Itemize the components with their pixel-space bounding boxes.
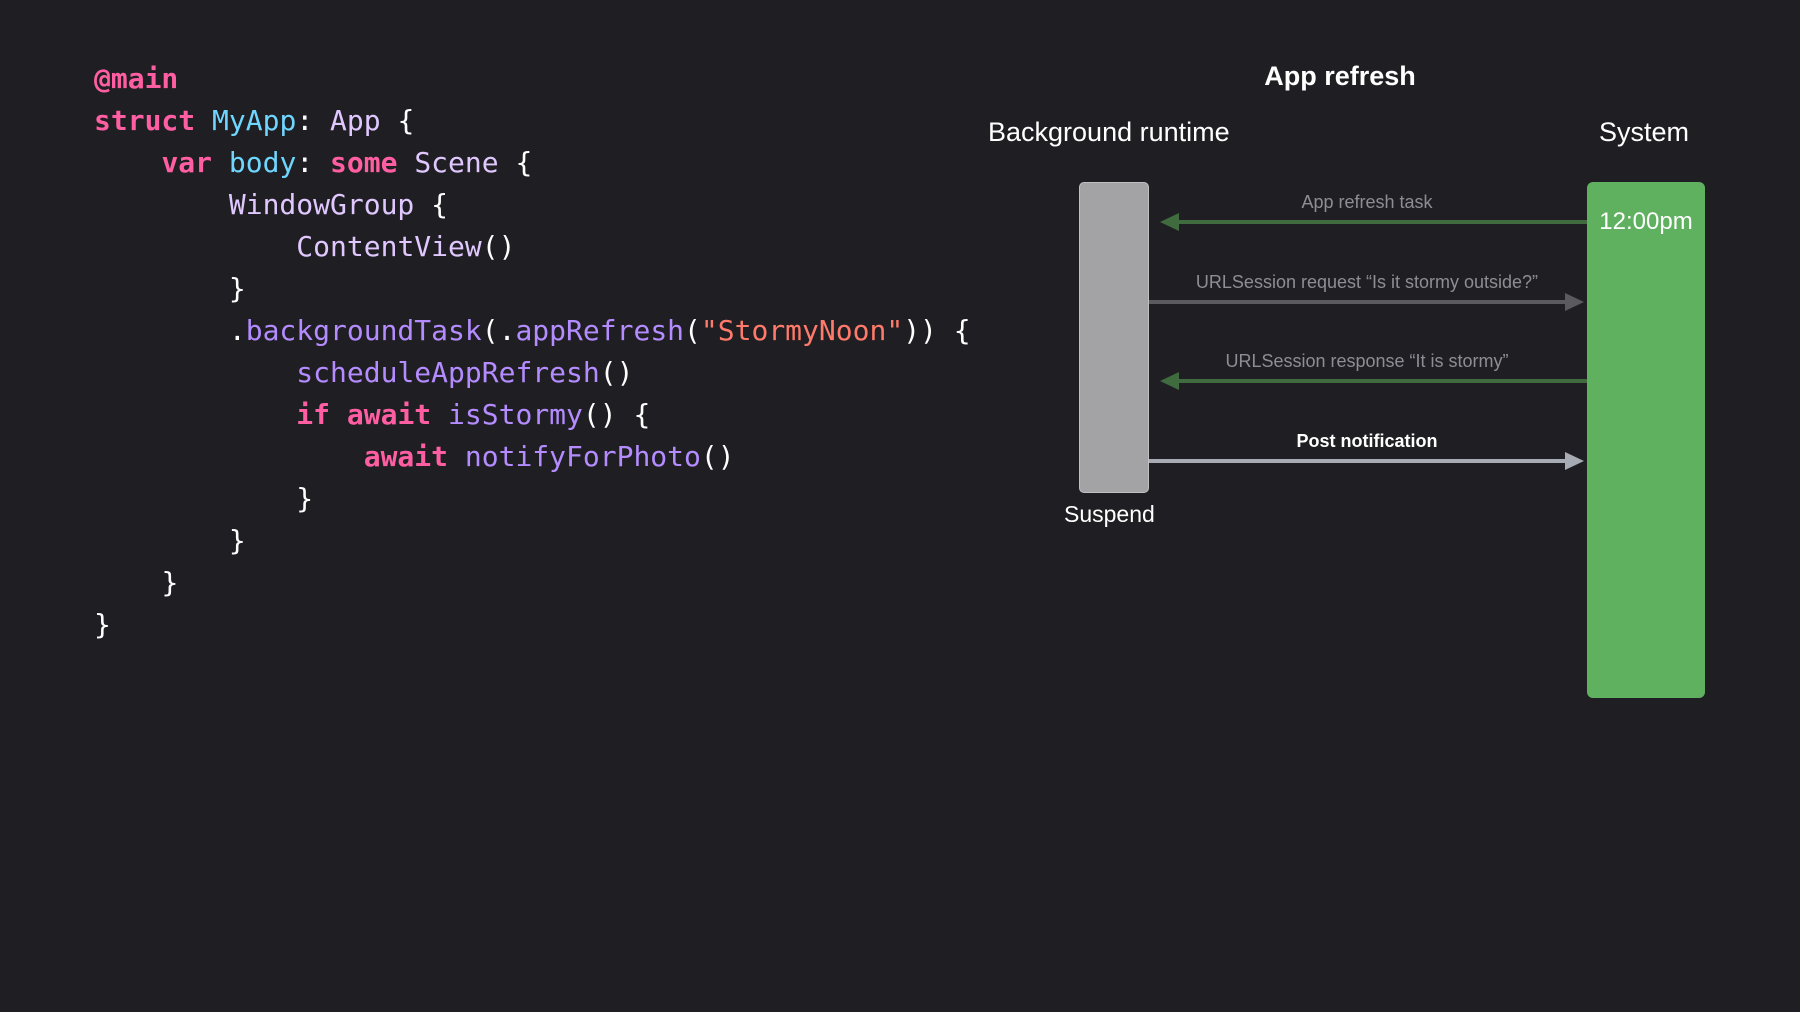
arrow-urlsession-request — [1149, 293, 1584, 311]
arrow-app-refresh-task — [1160, 213, 1587, 231]
arrow-post-notification — [1149, 452, 1584, 470]
arrow-urlsession-response — [1160, 372, 1587, 390]
message-arrows — [1149, 213, 1587, 470]
